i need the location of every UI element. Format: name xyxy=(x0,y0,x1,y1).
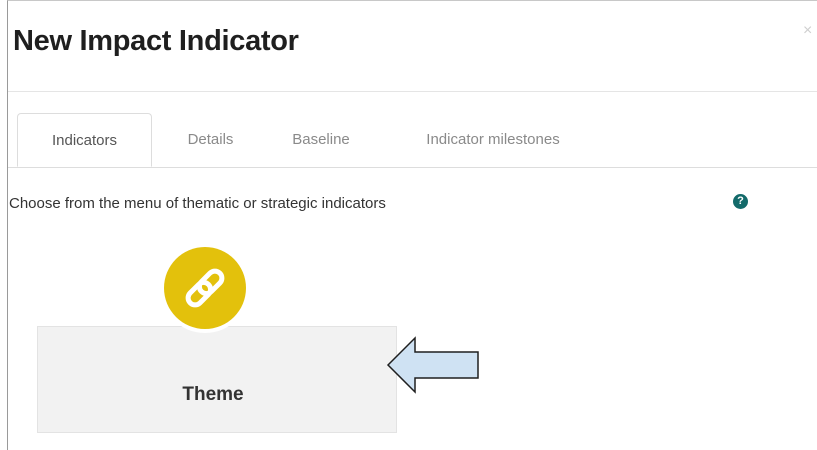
instruction-text: Choose from the menu of thematic or stra… xyxy=(9,195,386,212)
close-icon[interactable]: × xyxy=(803,23,812,39)
tab-baseline[interactable]: Baseline xyxy=(266,113,376,167)
tab-indicator-milestones[interactable]: Indicator milestones xyxy=(388,113,598,167)
theme-icon-circle xyxy=(164,247,246,329)
tab-indicators[interactable]: Indicators xyxy=(17,113,152,167)
tab-bar: Indicators Details Baseline Indicator mi… xyxy=(8,113,817,168)
modal-header: New Impact Indicator × xyxy=(8,1,817,92)
theme-badge[interactable] xyxy=(160,243,250,333)
theme-card[interactable]: Theme xyxy=(37,326,397,433)
modal-title: New Impact Indicator xyxy=(13,25,299,57)
link-icon xyxy=(185,268,225,308)
tab-details[interactable]: Details xyxy=(163,113,258,167)
theme-label: Theme xyxy=(182,384,244,405)
help-icon[interactable]: ? xyxy=(733,194,748,209)
left-arrow-icon xyxy=(386,336,479,394)
new-impact-indicator-modal: New Impact Indicator × Indicators Detail… xyxy=(7,0,817,450)
